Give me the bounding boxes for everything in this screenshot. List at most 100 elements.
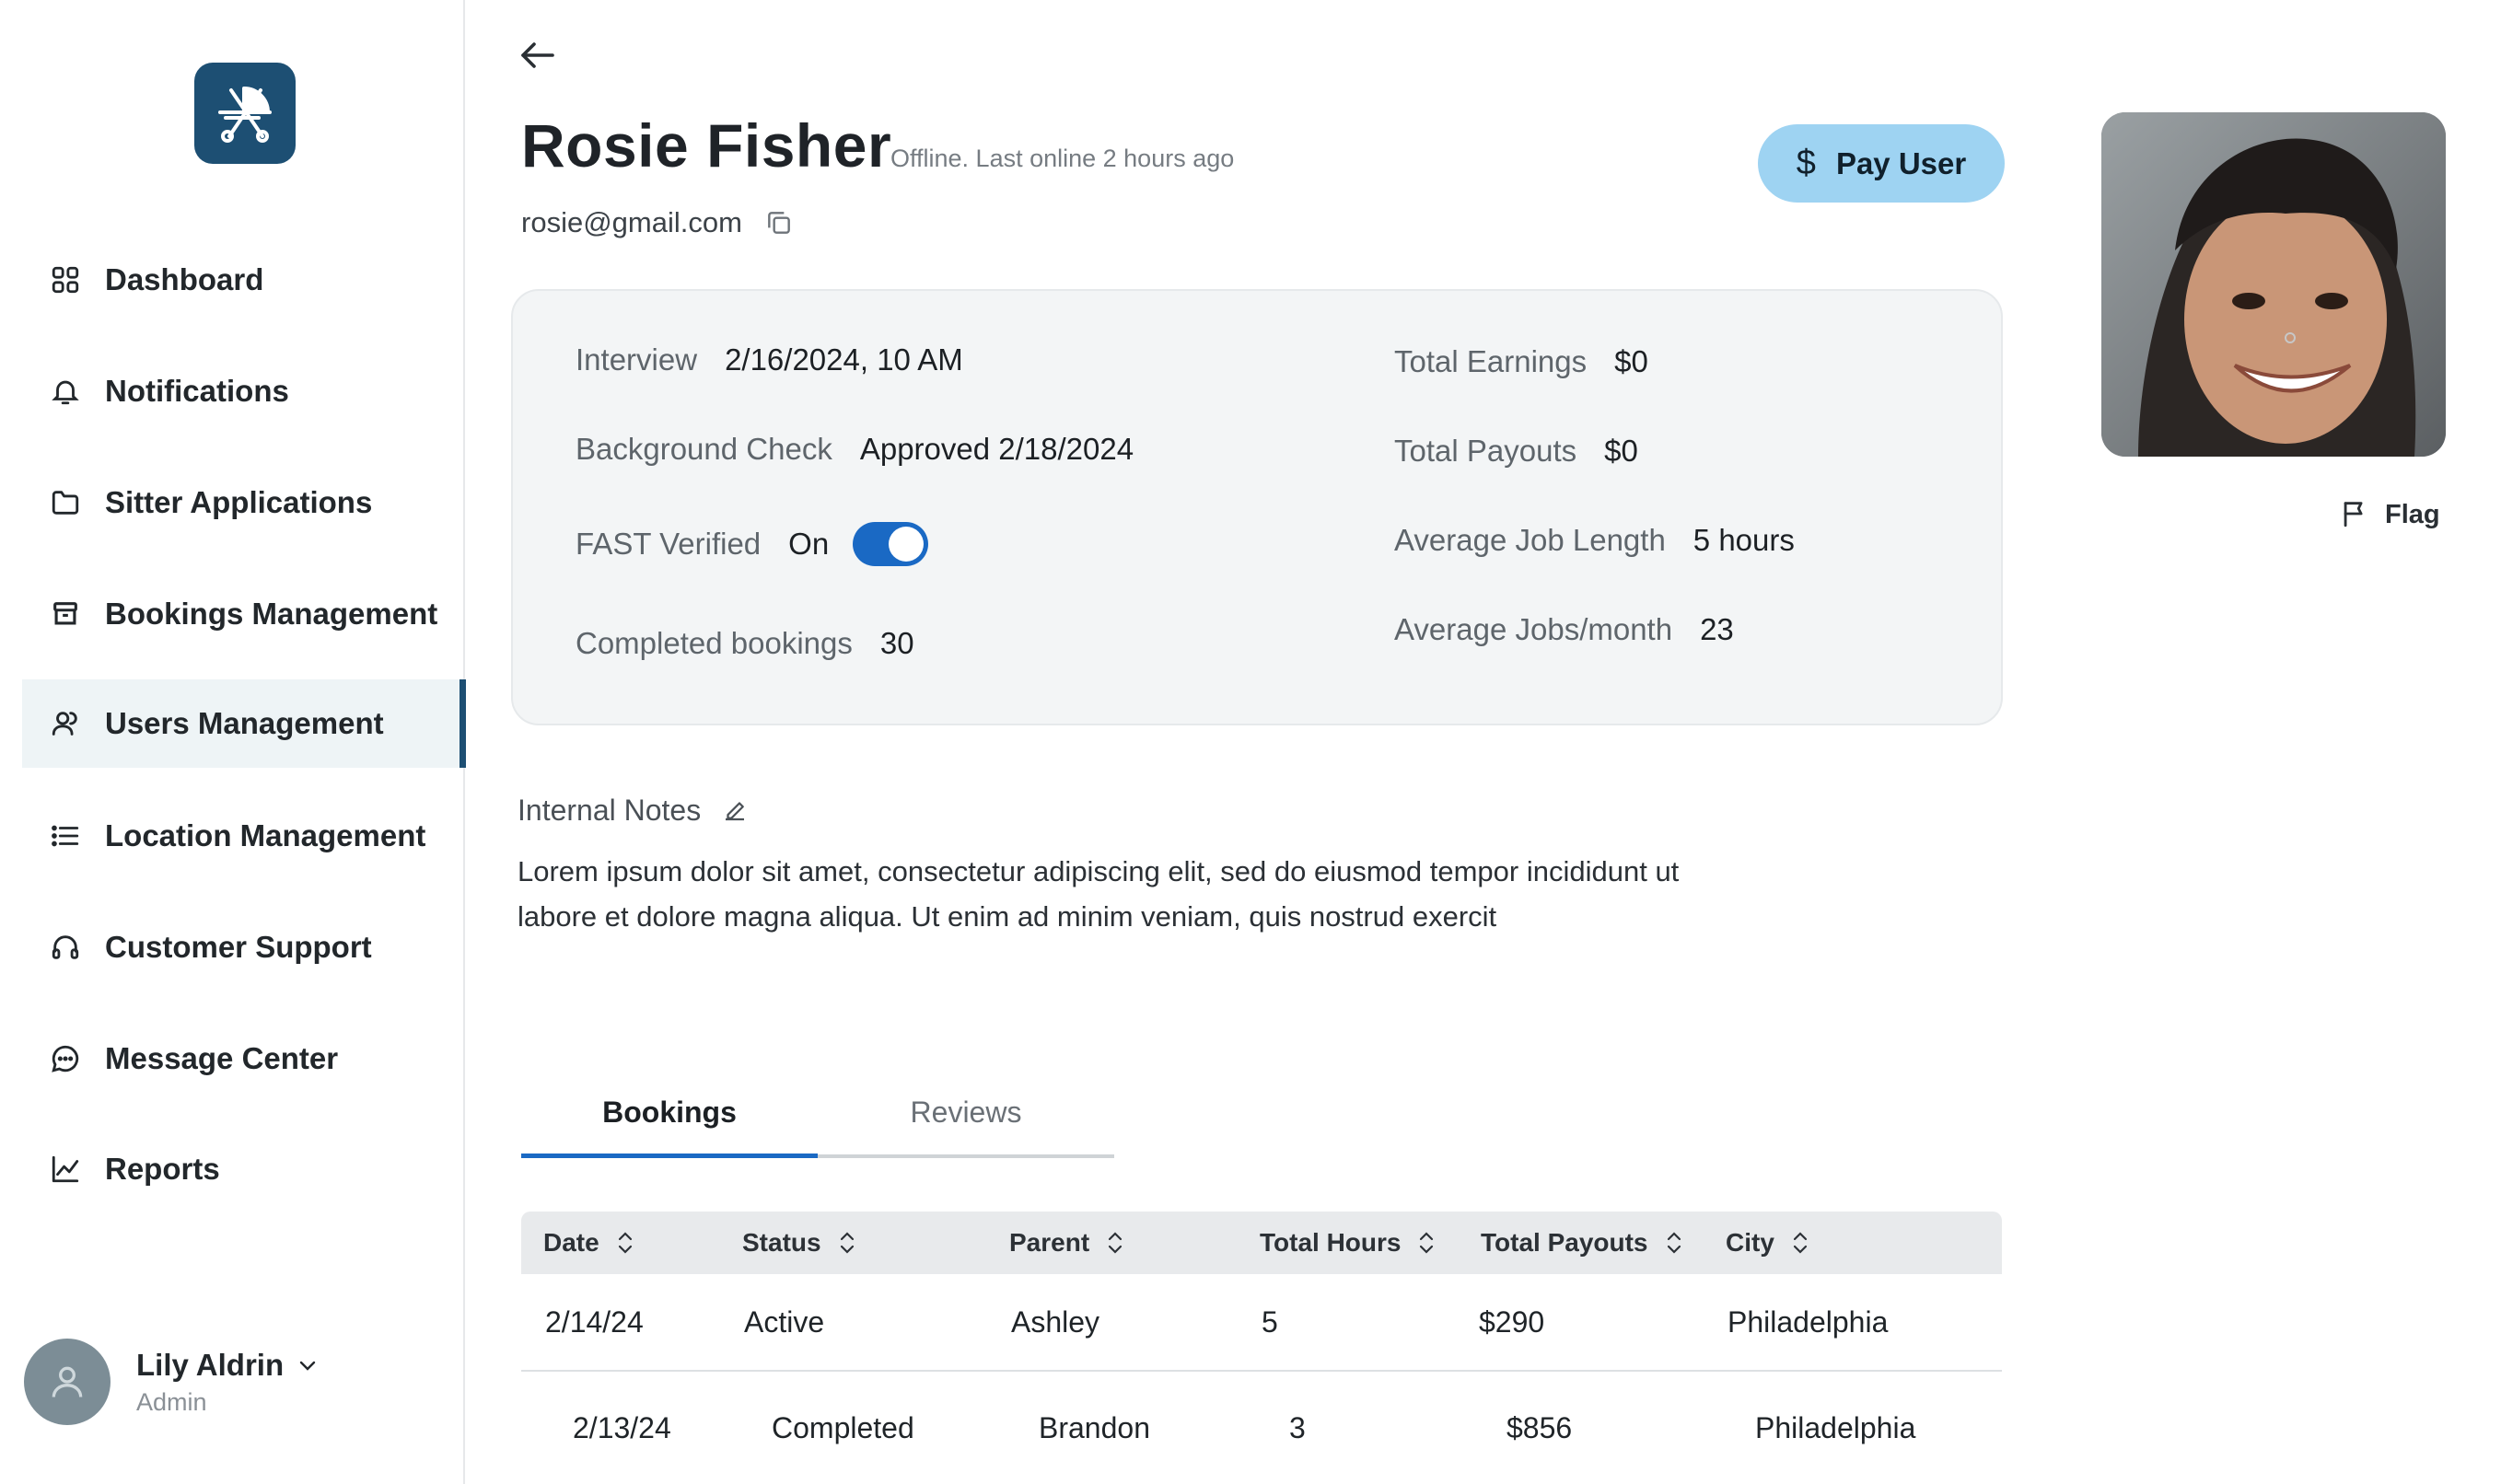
online-status: Offline. Last online 2 hours ago <box>890 145 1235 172</box>
flag-label: Flag <box>2385 499 2440 529</box>
cell-total-hours: 5 <box>1262 1304 1278 1339</box>
sidebar-item-location-management[interactable]: Location Management <box>22 792 466 880</box>
completed-bookings-label: Completed bookings <box>576 626 853 660</box>
interview-value: 2/16/2024, 10 AM <box>725 342 963 377</box>
total-earnings-row: Total Earnings $0 <box>1394 344 1648 379</box>
cell-total-payouts: $856 <box>1506 1410 1573 1444</box>
fast-verified-value: On <box>788 527 830 561</box>
grid-icon <box>48 262 83 297</box>
avg-jobs-month-row: Average Jobs/month 23 <box>1394 612 1734 647</box>
sidebar-item-label: Reports <box>105 1152 220 1186</box>
sidebar-item-label: Customer Support <box>105 930 372 964</box>
fast-verified-row: FAST Verified On <box>576 522 929 566</box>
sidebar-item-customer-support[interactable]: Customer Support <box>22 903 466 991</box>
completed-bookings-value: 30 <box>879 626 914 660</box>
cell-city: Philadelphia <box>1755 1410 1916 1444</box>
avg-jobs-month-label: Average Jobs/month <box>1394 612 1673 646</box>
cell-status: Active <box>744 1304 825 1339</box>
back-arrow-icon[interactable] <box>516 33 562 79</box>
completed-bookings-row: Completed bookings 30 <box>576 626 914 661</box>
cell-total-hours: 3 <box>1289 1410 1306 1444</box>
sort-icon[interactable] <box>1417 1230 1436 1256</box>
dollar-icon: $ <box>1796 144 1816 182</box>
pay-user-button[interactable]: $ Pay User <box>1758 124 2005 203</box>
sidebar-item-label: Bookings Management <box>105 597 438 631</box>
notes-line: labore et dolore magna aliqua. Ut enim a… <box>518 900 1497 933</box>
avg-jobs-month-value: 23 <box>1700 612 1734 646</box>
background-check-value: Approved 2/18/2024 <box>859 432 1134 466</box>
background-check-row: Background Check Approved 2/18/2024 <box>576 432 1134 467</box>
users-icon <box>48 706 83 741</box>
sidebar-item-reports[interactable]: Reports <box>22 1125 466 1213</box>
sidebar-item-label: Message Center <box>105 1041 339 1075</box>
total-payouts-row: Total Payouts $0 <box>1394 434 1638 469</box>
edit-icon[interactable] <box>721 796 750 826</box>
profile-photo <box>2101 112 2446 457</box>
chevron-down-icon[interactable] <box>297 1354 319 1376</box>
avg-job-length-label: Average Job Length <box>1394 523 1666 557</box>
total-earnings-value: $0 <box>1614 344 1648 378</box>
sort-icon[interactable] <box>1106 1230 1124 1256</box>
user-email: rosie@gmail.com <box>521 206 742 238</box>
cell-total-payouts: $290 <box>1479 1304 1545 1339</box>
tab-reviews[interactable]: Reviews <box>818 1084 1114 1154</box>
cell-date: 2/14/24 <box>545 1304 644 1339</box>
sidebar-item-message-center[interactable]: Message Center <box>22 1014 466 1103</box>
sidebar-item-label: Location Management <box>105 818 426 852</box>
archive-icon <box>48 597 83 632</box>
fast-verified-toggle[interactable] <box>853 522 929 566</box>
internal-notes-header: Internal Notes <box>518 794 750 828</box>
sort-icon[interactable] <box>616 1230 634 1256</box>
fast-verified-label: FAST Verified <box>576 527 762 561</box>
internal-notes-label: Internal Notes <box>518 794 702 827</box>
sidebar-item-label: Dashboard <box>105 262 264 296</box>
flag-button[interactable]: Flag <box>2339 497 2440 532</box>
column-header-city[interactable]: City <box>1726 1212 1809 1274</box>
sidebar-item-notifications[interactable]: Notifications <box>22 347 466 435</box>
sidebar-item-label: Sitter Applications <box>105 485 373 519</box>
flag-icon <box>2339 497 2372 532</box>
sidebar-item-users-management[interactable]: Users Management <box>22 679 466 768</box>
user-menu[interactable]: Lily Aldrin Admin <box>24 1339 319 1425</box>
column-header-total-hours[interactable]: Total Hours <box>1260 1212 1436 1274</box>
chat-icon <box>48 1041 83 1076</box>
stroller-icon[interactable] <box>194 63 296 164</box>
total-earnings-label: Total Earnings <box>1394 344 1588 378</box>
chart-icon <box>48 1152 83 1187</box>
sidebar-item-sitter-applications[interactable]: Sitter Applications <box>22 458 466 547</box>
cell-parent: Ashley <box>1011 1304 1100 1339</box>
sidebar-item-label: Notifications <box>105 374 289 408</box>
toggle-knob <box>889 527 925 562</box>
page-title: Rosie Fisher <box>521 111 892 180</box>
copy-icon[interactable] <box>764 208 794 238</box>
bookings-table: Date Status Parent Total Hours Total Pay… <box>521 1212 2002 1484</box>
avatar <box>24 1339 111 1425</box>
total-payouts-label: Total Payouts <box>1394 434 1577 468</box>
avg-job-length-row: Average Job Length 5 hours <box>1394 523 1795 558</box>
sort-icon[interactable] <box>1791 1230 1809 1256</box>
column-header-date[interactable]: Date <box>543 1212 634 1274</box>
sidebar-item-dashboard[interactable]: Dashboard <box>22 236 466 324</box>
table-header: Date Status Parent Total Hours Total Pay… <box>521 1212 2002 1274</box>
bell-icon <box>48 374 83 409</box>
tab-bookings[interactable]: Bookings <box>521 1084 818 1158</box>
sidebar: Dashboard Notifications Sitter Applicati… <box>0 0 466 1484</box>
sort-icon[interactable] <box>838 1230 856 1256</box>
internal-notes-text: Lorem ipsum dolor sit amet, consectetur … <box>518 849 1825 939</box>
column-header-parent[interactable]: Parent <box>1009 1212 1124 1274</box>
column-header-total-payouts[interactable]: Total Payouts <box>1481 1212 1683 1274</box>
sort-icon[interactable] <box>1665 1230 1683 1256</box>
headset-icon <box>48 930 83 965</box>
sidebar-item-bookings-management[interactable]: Bookings Management <box>22 570 466 658</box>
column-header-status[interactable]: Status <box>742 1212 856 1274</box>
cell-parent: Brandon <box>1039 1410 1150 1444</box>
tab-bar: Bookings Reviews <box>521 1084 1114 1158</box>
email-row: rosie@gmail.com <box>521 206 794 239</box>
list-icon <box>48 818 83 853</box>
table-row[interactable]: 2/13/24 Completed Brandon 3 $856 Philade… <box>549 1372 2031 1484</box>
total-payouts-value: $0 <box>1604 434 1638 468</box>
user-role: Admin <box>136 1387 207 1416</box>
table-row[interactable]: 2/14/24 Active Ashley 5 $290 Philadelphi… <box>521 1274 2002 1372</box>
user-details-card: Interview 2/16/2024, 10 AM Background Ch… <box>511 289 2003 725</box>
folder-icon <box>48 485 83 520</box>
